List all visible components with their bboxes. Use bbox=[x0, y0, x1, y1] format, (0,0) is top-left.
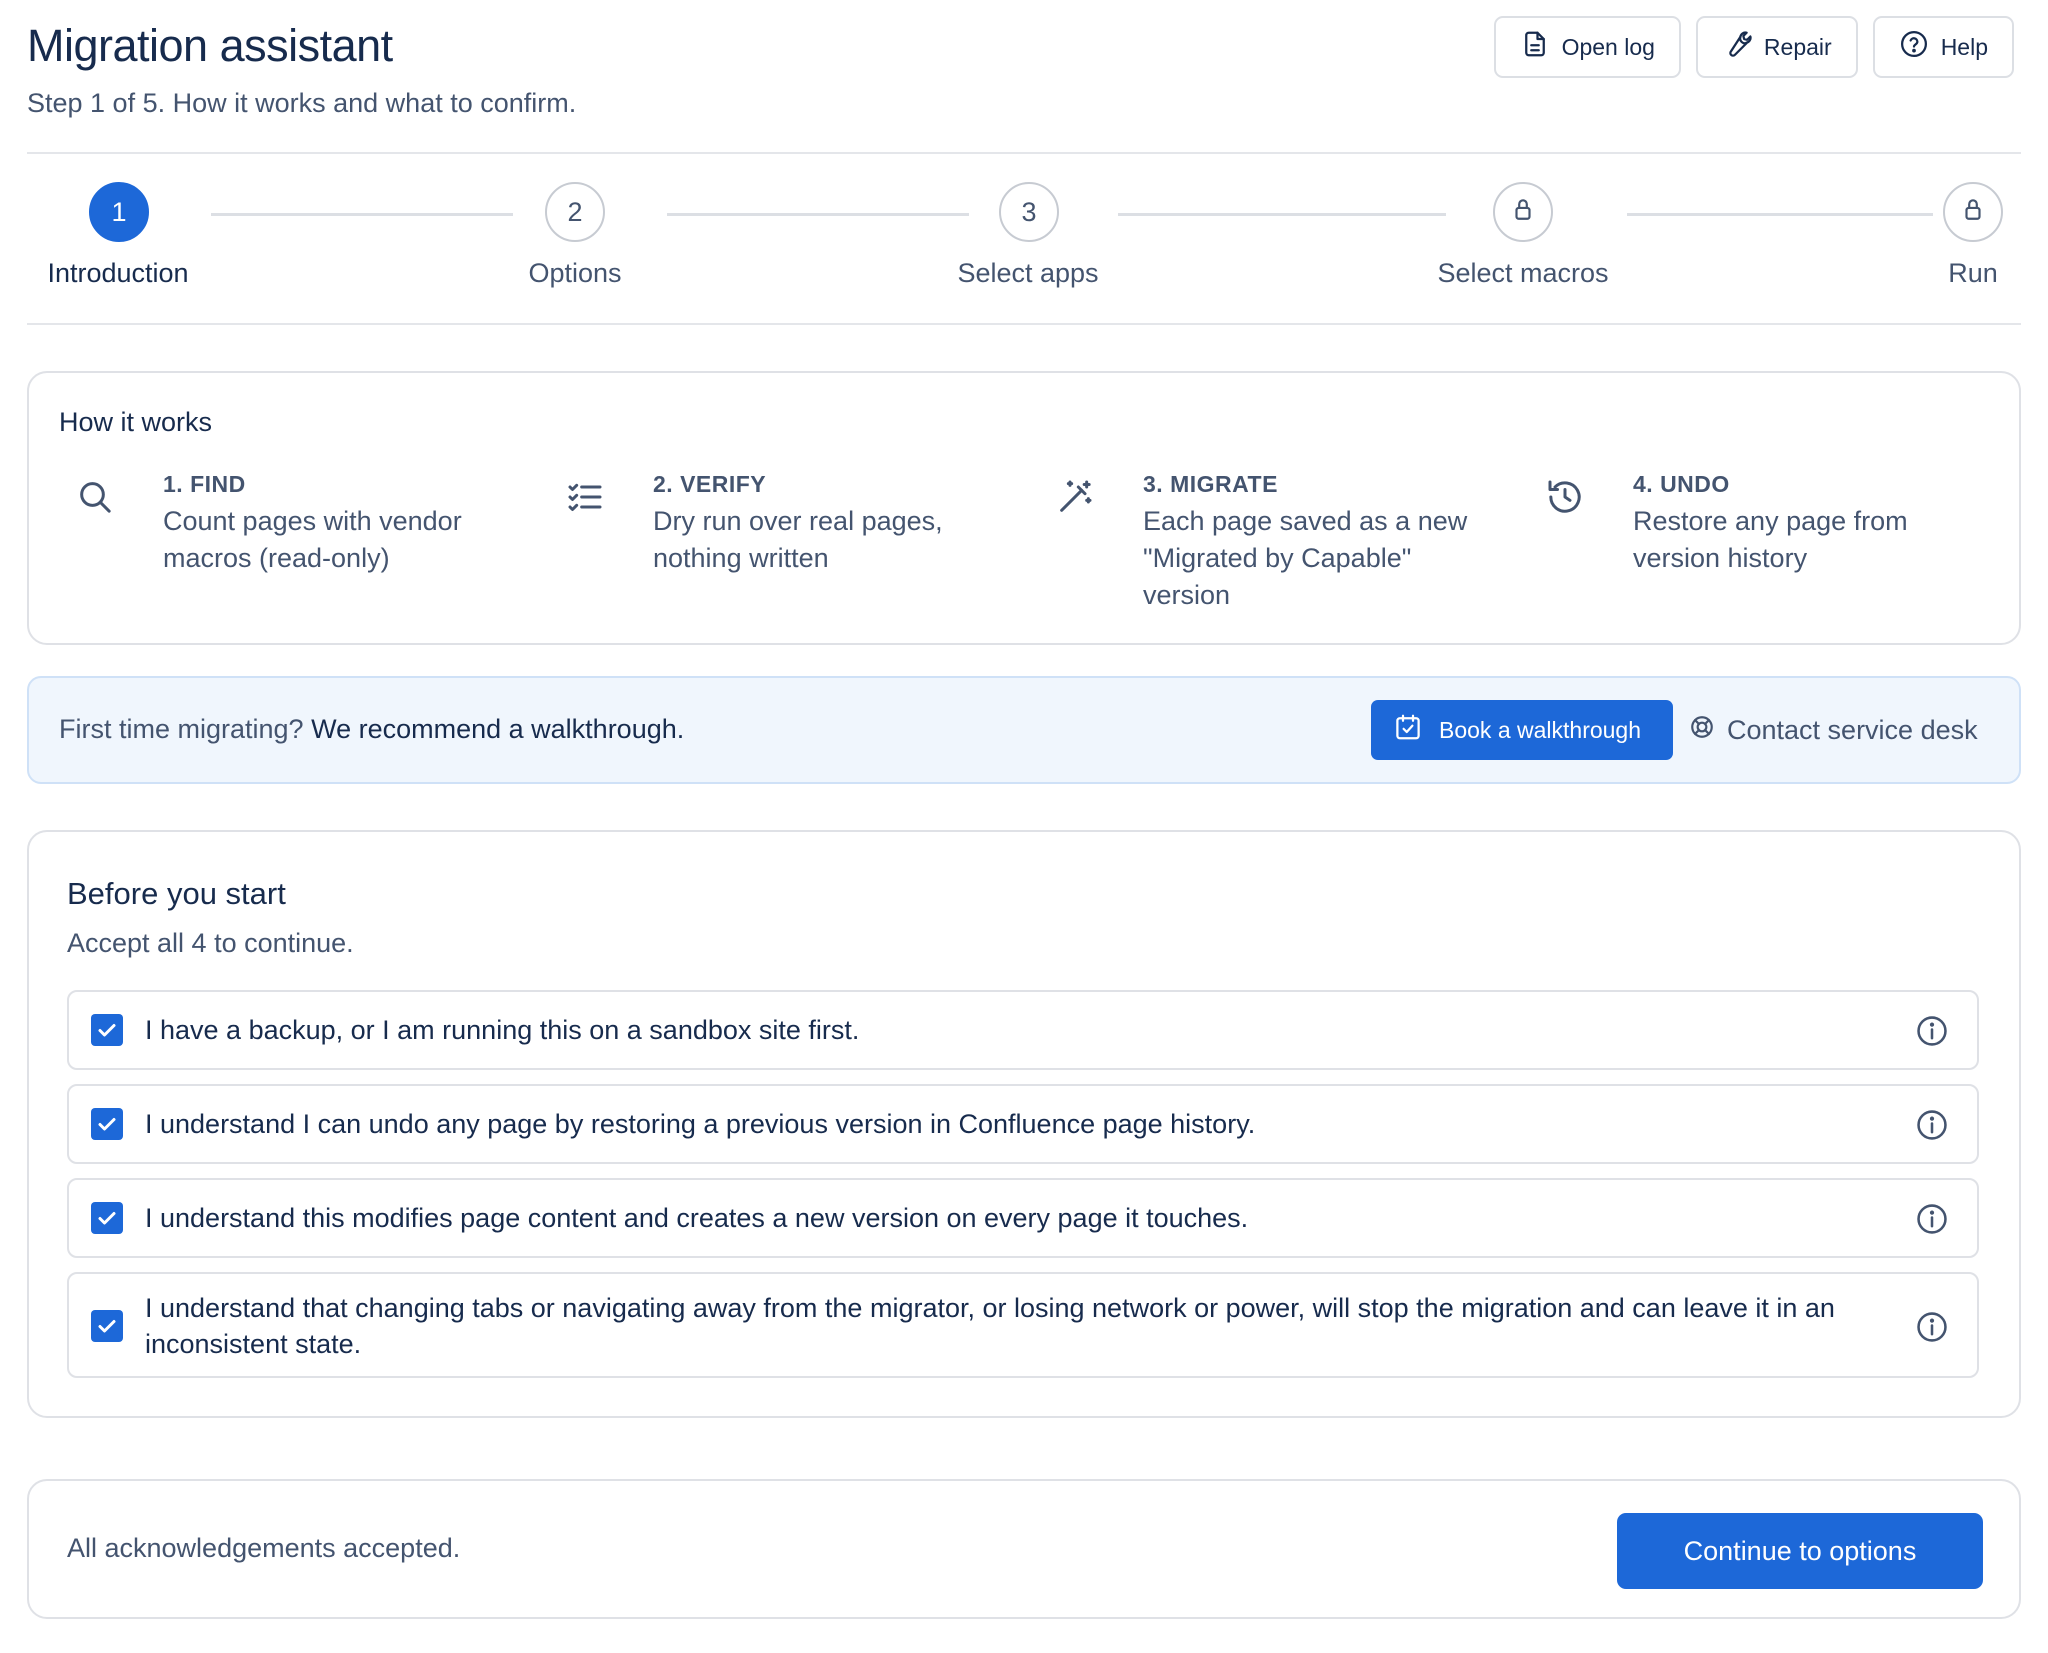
step-2-label: Options bbox=[528, 258, 622, 288]
help-button[interactable]: Help bbox=[1872, 16, 2014, 78]
acknowledgement-row[interactable]: I understand this modifies page content … bbox=[67, 1178, 1979, 1258]
book-walkthrough-label: Book a walkthrough bbox=[1439, 716, 1642, 743]
banner-text: First time migrating? We recommend a wal… bbox=[59, 714, 684, 745]
acknowledgement-row[interactable]: I understand that changing tabs or navig… bbox=[67, 1272, 1979, 1378]
help-label: Help bbox=[1940, 33, 1988, 60]
contact-service-desk-link[interactable]: Contact service desk bbox=[1689, 700, 1978, 760]
acknowledgement-row[interactable]: I have a backup, or I am running this on… bbox=[67, 990, 1979, 1070]
how-it-works-title: How it works bbox=[59, 407, 213, 437]
acknowledgement-text: I understand I can undo any page by rest… bbox=[145, 1109, 1256, 1139]
history-icon bbox=[1545, 477, 1585, 517]
acknowledgement-status: All acknowledgements accepted. bbox=[67, 1533, 461, 1563]
progress-stepper: 1 Introduction 2 Options 3 Select apps S… bbox=[27, 152, 2021, 312]
walkthrough-banner: First time migrating? We recommend a wal… bbox=[27, 676, 2021, 784]
wrench-icon bbox=[1722, 29, 1752, 65]
before-you-start-title: Before you start bbox=[67, 876, 286, 911]
step-2-marker[interactable]: 2 bbox=[545, 182, 605, 242]
page-title: Migration assistant bbox=[27, 20, 393, 71]
checklist-icon bbox=[565, 477, 605, 517]
step-4-marker bbox=[1493, 182, 1553, 242]
banner-prefix: First time migrating? bbox=[59, 714, 304, 744]
open-log-label: Open log bbox=[1561, 33, 1655, 60]
info-icon[interactable] bbox=[1915, 1310, 1949, 1344]
acknowledgement-row[interactable]: I understand I can undo any page by rest… bbox=[67, 1084, 1979, 1164]
acknowledgement-text: I understand this modifies page content … bbox=[145, 1203, 1249, 1233]
before-you-start-card: Before you start Accept all 4 to continu… bbox=[27, 830, 2021, 1418]
banner-emphasis: We recommend a walkthrough. bbox=[311, 714, 685, 744]
book-walkthrough-button[interactable]: Book a walkthrough bbox=[1371, 700, 1673, 760]
how-step-heading: 1. FIND bbox=[163, 471, 246, 497]
lock-icon bbox=[1960, 196, 1986, 229]
how-step-description: Dry run over real pages, nothing written bbox=[653, 506, 943, 573]
continue-to-options-button[interactable]: Continue to options bbox=[1617, 1513, 1983, 1589]
lifebuoy-icon bbox=[1689, 714, 1715, 747]
step-1-marker[interactable]: 1 bbox=[89, 182, 149, 242]
contact-service-desk-label: Contact service desk bbox=[1727, 714, 1978, 745]
page-subtitle: Step 1 of 5. How it works and what to co… bbox=[27, 88, 577, 118]
repair-button[interactable]: Repair bbox=[1695, 16, 1858, 78]
repair-label: Repair bbox=[1763, 33, 1832, 60]
info-icon[interactable] bbox=[1915, 1108, 1949, 1142]
step-1-label: Introduction bbox=[47, 258, 189, 288]
step-4-label: Select macros bbox=[1437, 258, 1609, 288]
acknowledgement-text: I have a backup, or I am running this on… bbox=[145, 1015, 860, 1045]
acknowledgement-checkbox[interactable] bbox=[91, 1202, 123, 1234]
how-step-heading: 4. UNDO bbox=[1633, 471, 1730, 497]
acknowledgement-checkbox[interactable] bbox=[91, 1310, 123, 1342]
step-connector bbox=[1118, 213, 1446, 216]
step-connector bbox=[667, 213, 969, 216]
stepper-divider bbox=[27, 323, 2021, 325]
open-log-button[interactable]: Open log bbox=[1493, 16, 1681, 78]
step-5-label: Run bbox=[1948, 258, 1998, 288]
calendar-check-icon bbox=[1393, 712, 1423, 748]
acknowledgement-checkbox[interactable] bbox=[91, 1014, 123, 1046]
header-actions: Open log Repair Help bbox=[1493, 16, 2014, 78]
acknowledgement-checkbox[interactable] bbox=[91, 1108, 123, 1140]
step-connector bbox=[1627, 213, 1933, 216]
step-connector bbox=[211, 213, 513, 216]
how-it-works-card: How it works 1. FIND Count pages with ve… bbox=[27, 371, 2021, 645]
how-step-heading: 3. MIGRATE bbox=[1143, 471, 1278, 497]
search-icon bbox=[75, 477, 115, 517]
step-5-marker bbox=[1943, 182, 2003, 242]
step-3-label: Select apps bbox=[957, 258, 1099, 288]
info-icon[interactable] bbox=[1915, 1202, 1949, 1236]
help-icon bbox=[1899, 29, 1929, 65]
how-step-description: Count pages with vendor macros (read-onl… bbox=[163, 506, 462, 573]
lock-icon bbox=[1510, 196, 1536, 229]
migration-assistant-page: Migration assistant Step 1 of 5. How it … bbox=[0, 0, 2048, 1653]
acknowledgement-text: I understand that changing tabs or navig… bbox=[145, 1293, 1835, 1359]
magic-wand-icon bbox=[1055, 477, 1095, 517]
how-step-description: Each page saved as a new "Migrated by Ca… bbox=[1143, 506, 1468, 610]
info-icon[interactable] bbox=[1915, 1014, 1949, 1048]
how-step-heading: 2. VERIFY bbox=[653, 471, 767, 497]
document-icon bbox=[1520, 29, 1550, 65]
before-you-start-subtitle: Accept all 4 to continue. bbox=[67, 928, 354, 958]
how-step-description: Restore any page from version history bbox=[1633, 506, 1908, 573]
step-3-marker[interactable]: 3 bbox=[999, 182, 1059, 242]
footer-card: All acknowledgements accepted. Continue … bbox=[27, 1479, 2021, 1619]
